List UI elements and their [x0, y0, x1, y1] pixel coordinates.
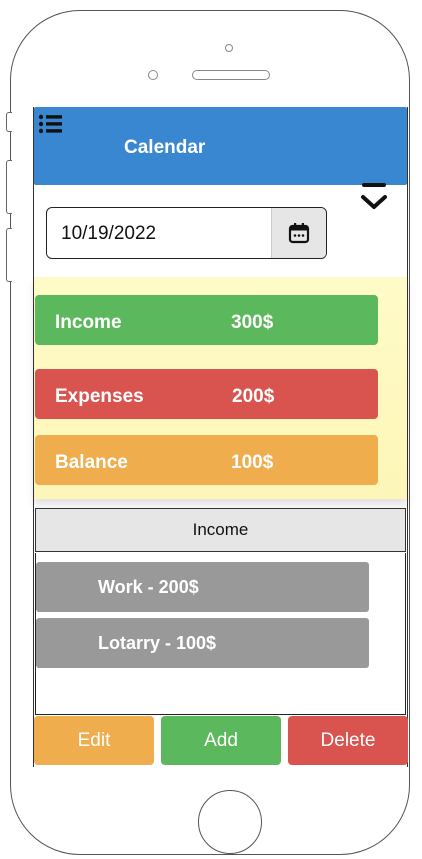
balance-label: Balance [55, 452, 128, 473]
chevron-down-icon[interactable] [359, 183, 389, 217]
speaker-grill [192, 70, 270, 80]
date-field[interactable]: 10/19/2022 [46, 207, 327, 259]
summary-panel: Income 300$ Expenses 200$ Balance 100$ [34, 277, 407, 499]
app-header: Calendar [34, 107, 407, 185]
delete-button[interactable]: Delete [288, 716, 408, 765]
tab-income[interactable]: Income [35, 508, 406, 552]
camera-icon [225, 44, 233, 52]
calendar-icon [288, 223, 310, 244]
expenses-card: Expenses 200$ [35, 369, 378, 419]
sensor-icon [148, 70, 158, 80]
add-button[interactable]: Add [161, 716, 281, 765]
balance-value: 100$ [231, 452, 274, 473]
side-switch [6, 112, 12, 132]
income-label: Income [55, 312, 122, 333]
list-item-label: Lotarry - 100$ [98, 633, 217, 653]
edit-button[interactable]: Edit [34, 716, 154, 765]
list-item-label: Work - 200$ [98, 577, 199, 597]
volume-up-button [6, 160, 12, 214]
date-value: 10/19/2022 [61, 223, 157, 244]
income-value: 300$ [231, 312, 274, 333]
expenses-label: Expenses [55, 386, 144, 407]
income-list: Work - 200$ Lotarry - 100$ [35, 553, 406, 715]
app-screen: Calendar 10/19/2022 Income 300$ Expenses [33, 107, 408, 767]
income-card: Income 300$ [35, 295, 378, 345]
home-button[interactable] [198, 790, 262, 854]
calendar-button[interactable] [271, 208, 326, 258]
volume-down-button [6, 228, 12, 282]
list-item[interactable]: Work - 200$ [36, 562, 369, 612]
page-title: Calendar [124, 137, 206, 158]
balance-card: Balance 100$ [35, 435, 378, 485]
menu-icon[interactable] [38, 113, 66, 135]
expenses-value: 200$ [232, 386, 275, 407]
list-item[interactable]: Lotarry - 100$ [36, 618, 369, 668]
